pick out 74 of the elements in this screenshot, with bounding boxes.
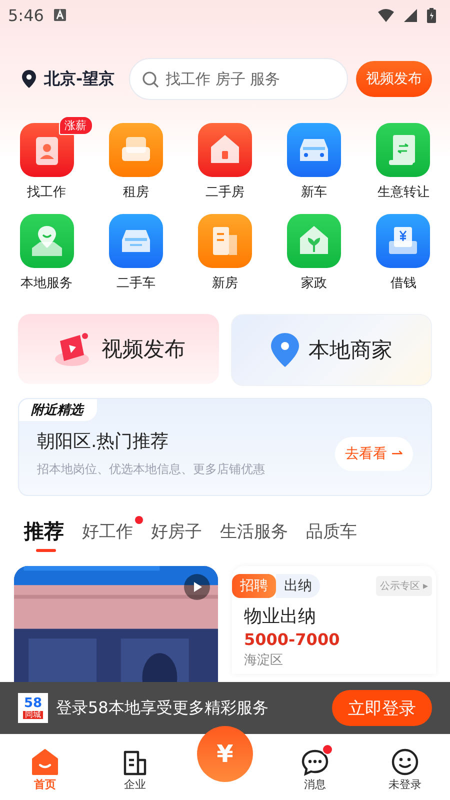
- map-pin-icon: [270, 333, 298, 367]
- service-label: 生意转让: [377, 184, 430, 201]
- tab-underline: [36, 549, 56, 552]
- local-tile-icon: [20, 214, 74, 268]
- nav-item[interactable]: 未登录: [375, 748, 435, 792]
- play-icon: [184, 574, 210, 600]
- company-icon: [121, 748, 149, 776]
- service-label: 本地服务: [20, 275, 73, 292]
- job-area: 海淀区: [232, 651, 436, 669]
- search-field[interactable]: 找工作 房子 服务: [128, 58, 348, 100]
- service-item[interactable]: 生意转让: [362, 116, 444, 201]
- feed-tab[interactable]: 品质车: [306, 514, 367, 548]
- message-icon: [301, 748, 329, 776]
- status-time: 5:46: [8, 6, 44, 24]
- loan-tile-icon: [376, 214, 430, 268]
- usedcar-tile-icon: [108, 214, 163, 268]
- location-label[interactable]: 北京-望京: [44, 68, 115, 90]
- nav-label: 消息: [304, 778, 326, 792]
- logo-number: 58: [24, 696, 42, 710]
- rent-tile-icon: [108, 123, 163, 177]
- service-item[interactable]: 借钱: [362, 207, 444, 292]
- service-item[interactable]: 租房: [94, 116, 177, 201]
- service-item[interactable]: 家政: [273, 207, 356, 292]
- service-label: 借钱: [390, 275, 416, 292]
- search-icon: [142, 71, 159, 88]
- raise-badge: 涨薪: [58, 116, 93, 135]
- job-card[interactable]: 招聘 出纳 公示专区 ▸ 物业出纳 5000-7000 海淀区: [232, 566, 436, 674]
- feed-tab[interactable]: 生活服务: [220, 514, 298, 548]
- location-pin-icon: [22, 70, 36, 88]
- nearby-tag: 附近精选: [19, 399, 97, 421]
- feature-card[interactable]: 本地商家: [231, 314, 432, 386]
- feature-label: 视频发布: [102, 336, 186, 363]
- profile-icon: [391, 748, 419, 776]
- nav-label: 首页: [34, 778, 56, 792]
- transfer-tile-icon: [376, 123, 430, 177]
- job-tag: 招聘: [232, 574, 276, 598]
- nav-item[interactable]: 消息: [285, 748, 345, 792]
- nav-item[interactable]: 企业: [105, 748, 165, 792]
- service-label: 租房: [122, 184, 149, 201]
- nav-label: 企业: [124, 778, 146, 792]
- house-tile-icon: [198, 123, 252, 177]
- job-salary: 5000-7000: [243, 630, 341, 649]
- keyboard-icon: [54, 9, 66, 21]
- nearby-subtitle: 招本地岗位、优选本地信息、更多店铺优惠: [37, 461, 266, 478]
- service-item[interactable]: 二手车: [94, 207, 177, 292]
- service-label: 二手房: [205, 184, 244, 201]
- service-item[interactable]: 本地服务: [6, 207, 88, 292]
- battery-icon: [427, 8, 436, 22]
- feature-label: 本地商家: [308, 337, 392, 364]
- feed-tab[interactable]: 推荐: [24, 514, 74, 548]
- service-label: 找工作: [27, 184, 66, 201]
- homecare-tile-icon: [287, 214, 342, 268]
- feed-tab[interactable]: 好工作: [82, 514, 143, 548]
- newhouse-tile-icon: [198, 214, 252, 268]
- service-item[interactable]: 新房: [184, 207, 266, 292]
- wifi-icon: [378, 8, 394, 22]
- feed-tab[interactable]: 好房子: [151, 514, 212, 548]
- logo-caption: 同城: [23, 710, 43, 720]
- service-item[interactable]: 新车: [273, 116, 356, 201]
- car-tile-icon: [287, 123, 342, 177]
- home-icon: [31, 748, 59, 776]
- service-label: 新房: [212, 275, 238, 292]
- job-title: 物业出纳: [243, 605, 317, 628]
- login-prompt: 登录58本地享受更多精彩服务: [56, 698, 270, 718]
- job-tag: 出纳: [276, 574, 320, 598]
- service-label: 家政: [301, 275, 328, 292]
- nearby-card[interactable]: 附近精选 朝阳区.热门推荐 招本地岗位、优选本地信息、更多店铺优惠 去看看 ⇀: [18, 398, 432, 496]
- service-label: 二手车: [116, 275, 156, 292]
- nav-label: 未登录: [388, 778, 422, 792]
- signal-icon: [404, 8, 417, 22]
- feature-card[interactable]: 视频发布: [18, 314, 219, 384]
- service-label: 新车: [301, 184, 328, 201]
- service-item[interactable]: 二手房: [184, 116, 266, 201]
- nearby-title: 朝阳区.热门推荐: [37, 430, 170, 453]
